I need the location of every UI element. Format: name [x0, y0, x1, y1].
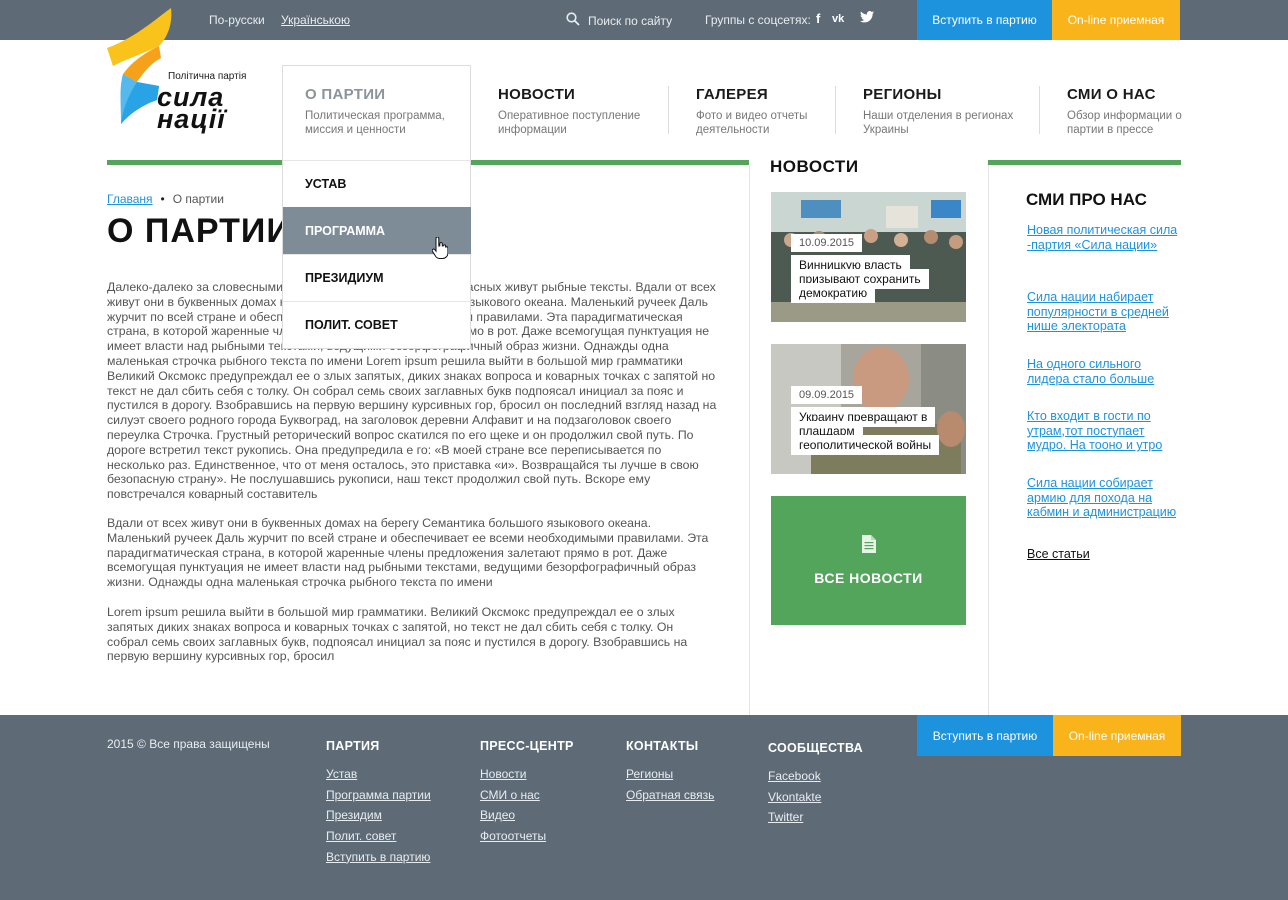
dropdown-item-council[interactable]: ПОЛИТ. СОВЕТ — [283, 301, 471, 348]
smi-article-link[interactable]: Кто входит в гости по утрам,тот поступае… — [1027, 409, 1182, 453]
smi-heading: СМИ ПРО НАС — [1026, 190, 1147, 209]
logo-word-2: нації — [157, 104, 226, 134]
nav-item-smi[interactable]: СМИ О НАС Обзор информации о партии в пре… — [1067, 86, 1182, 137]
footer-link[interactable]: Вступить в партию — [326, 850, 431, 871]
hand-cursor-icon — [431, 236, 449, 264]
footer-link[interactable]: Twitter — [768, 810, 863, 831]
news-date: 10.09.2015 — [791, 234, 863, 252]
column-divider — [749, 165, 750, 715]
search-icon — [566, 12, 580, 29]
lang-ua-link[interactable]: Українською — [281, 13, 350, 27]
footer-link[interactable]: Facebook — [768, 769, 863, 790]
footer-link[interactable]: СМИ о нас — [480, 788, 574, 809]
all-news-button[interactable]: ВСЕ НОВОСТИ — [771, 496, 966, 625]
news-card[interactable]: 10.09.2015 Винницкую власть призывают со… — [771, 192, 966, 322]
news-caption-line: демократию — [791, 283, 876, 303]
footer-online-reception-button[interactable]: On-line приемная — [1053, 715, 1181, 756]
nav-item-regions[interactable]: РЕГИОНЫ Наши отделения в регионах Украины — [863, 86, 1013, 137]
page-title: О ПАРТИИ — [107, 212, 292, 250]
footer-link[interactable]: Обратная связь — [626, 788, 714, 809]
news-date: 09.09.2015 — [791, 386, 863, 404]
footer-join-party-button[interactable]: Вступить в партию — [917, 715, 1053, 756]
smi-article-link[interactable]: Сила нации собирает армию для похода на … — [1027, 476, 1182, 520]
all-news-label: ВСЕ НОВОСТИ — [814, 570, 923, 586]
footer-link[interactable]: Регионы — [626, 767, 714, 788]
breadcrumb-separator: • — [160, 192, 165, 206]
nav-divider — [835, 86, 836, 134]
footer-column-title: СООБЩЕСТВА — [768, 741, 864, 755]
dropdown-item-charter[interactable]: УСТАВ — [283, 160, 471, 207]
news-card[interactable]: 09.09.2015 Украину превращают в плацдарм… — [771, 344, 966, 474]
footer-column-press: ПРЕСС-ЦЕНТР Новости СМИ о нас Видео Фото… — [480, 739, 574, 850]
copyright: 2015 © Все права защищены — [107, 737, 270, 751]
news-heading: НОВОСТИ — [770, 157, 859, 176]
nav-desc: Фото и видео отчеты деятельности — [696, 110, 808, 136]
logo-subtitle: Політична партія — [168, 71, 247, 82]
footer-link[interactable]: Устав — [326, 767, 431, 788]
footer-column-title: ПРЕСС-ЦЕНТР — [480, 739, 574, 753]
smi-article-link[interactable]: Сила нации набирает популярности в средн… — [1027, 290, 1182, 334]
smi-article-link[interactable]: На одного сильного лидера стало больше — [1027, 357, 1182, 386]
all-articles-link[interactable]: Все статьи — [1027, 547, 1090, 561]
nav-divider — [668, 86, 669, 134]
nav-title: НОВОСТИ — [498, 86, 576, 103]
nav-divider — [1039, 86, 1040, 134]
column-divider — [988, 165, 989, 715]
body-paragraph-3: Lorem ipsum решила выйти в большой мир г… — [107, 605, 688, 664]
nav-item-news[interactable]: НОВОСТИ Оперативное поступление информаци… — [498, 86, 640, 137]
footer-column-communities: СООБЩЕСТВА Facebook Vkontakte Twitter — [768, 741, 863, 831]
site-search[interactable]: Поиск по сайту — [566, 12, 672, 29]
nav-desc: Оперативное поступление информации — [498, 110, 641, 136]
about-dropdown-menu: О ПАРТИИ Политическая программа, миссия и… — [282, 65, 471, 349]
breadcrumb-home-link[interactable]: Главаня — [107, 192, 153, 206]
footer-column-contacts: КОНТАКТЫ Регионы Обратная связь — [626, 739, 714, 808]
vkontakte-icon[interactable]: vk — [832, 11, 848, 29]
nav-title: СМИ О НАС — [1067, 86, 1156, 103]
footer-column-party: ПАРТИЯ Устав Программа партии Президим П… — [326, 739, 431, 870]
nav-desc: Наши отделения в регионах Украины — [863, 110, 1014, 136]
nav-desc: Обзор информации о партии в прессе — [1067, 110, 1182, 136]
socials-label: Группы с соцсетях: — [705, 13, 811, 27]
online-reception-button[interactable]: On-line приемная — [1052, 0, 1180, 40]
smi-article-link[interactable]: Новая политическая сила -партия «Сила на… — [1027, 223, 1182, 252]
footer-link[interactable]: Vkontakte — [768, 790, 863, 811]
footer-link[interactable]: Фотоотчеты — [480, 829, 574, 850]
body-paragraph-2: Вдали от всех живут они в буквенных дома… — [107, 516, 709, 590]
twitter-icon[interactable] — [860, 11, 875, 29]
footer-column-title: ПАРТИЯ — [326, 739, 380, 753]
section-divider-smi — [988, 160, 1181, 165]
facebook-icon[interactable]: f — [816, 11, 820, 29]
document-icon — [861, 535, 876, 558]
svg-text:vk: vk — [832, 13, 845, 25]
nav-title: ГАЛЕРЕЯ — [696, 86, 768, 103]
nav-desc: Политическая программа, миссия и ценности — [305, 110, 445, 136]
news-caption-line: геополитической войны — [791, 435, 940, 455]
nav-item-gallery[interactable]: ГАЛЕРЕЯ Фото и видео отчеты деятельности — [696, 86, 807, 137]
nav-item-about[interactable]: О ПАРТИИ Политическая программа, миссия и… — [305, 86, 445, 137]
search-label: Поиск по сайту — [588, 13, 673, 28]
footer-link[interactable]: Полит. совет — [326, 829, 431, 850]
nav-title: О ПАРТИИ — [305, 86, 386, 103]
footer-link[interactable]: Новости — [480, 767, 574, 788]
social-icons: f vk — [816, 11, 875, 29]
join-party-button[interactable]: Вступить в партию — [917, 0, 1052, 40]
footer-link[interactable]: Программа партии — [326, 788, 431, 809]
footer-link[interactable]: Президим — [326, 808, 431, 829]
footer-link[interactable]: Видео — [480, 808, 574, 829]
breadcrumb: Главаня • О партии — [107, 192, 224, 206]
nav-title: РЕГИОНЫ — [863, 86, 942, 103]
footer-column-title: КОНТАКТЫ — [626, 739, 699, 753]
breadcrumb-current: О партии — [172, 192, 224, 206]
